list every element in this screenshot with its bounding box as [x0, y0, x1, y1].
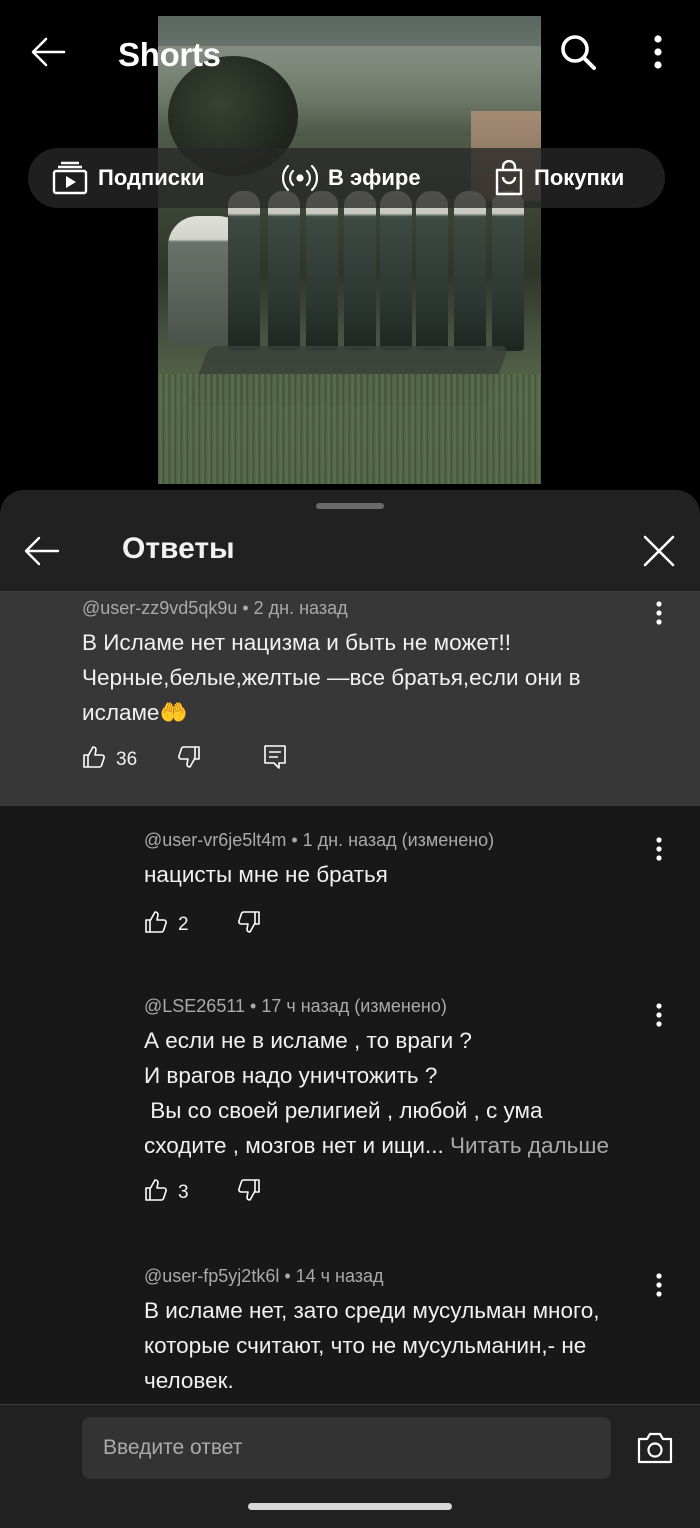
- comment-meta[interactable]: @user-zz9vd5qk9u • 2 дн. назад: [82, 598, 642, 619]
- like-button[interactable]: 3: [144, 1178, 189, 1207]
- comment-text: В Исламе нет нацизма и быть не может!! Ч…: [82, 630, 581, 725]
- thumb-up-icon: [144, 1178, 168, 1207]
- video-grass: [158, 374, 541, 484]
- chip-shopping[interactable]: Покупки: [494, 148, 624, 208]
- reply-item: @user-fp5yj2tk6l • 14 ч назад В исламе н…: [144, 1266, 654, 1398]
- comment-line: А если не в исламе , то враги ?: [144, 1028, 472, 1053]
- arrow-back-icon[interactable]: [22, 534, 62, 568]
- page-title: Shorts: [118, 36, 221, 73]
- live-icon: [282, 163, 318, 193]
- dislike-button[interactable]: [177, 745, 201, 774]
- parent-comment: @user-zz9vd5qk9u • 2 дн. назад В Исламе …: [0, 592, 700, 806]
- close-icon[interactable]: [640, 532, 678, 570]
- chip-live[interactable]: В эфире: [282, 148, 421, 208]
- reply-item: @LSE26511 • 17 ч назад (изменено) А если…: [144, 996, 674, 1163]
- like-button[interactable]: 2: [144, 910, 189, 939]
- search-icon[interactable]: [558, 32, 598, 72]
- comment-actions: 2: [144, 910, 261, 939]
- reply-input[interactable]: [82, 1417, 611, 1479]
- like-button[interactable]: 36: [82, 745, 137, 774]
- more-vert-icon[interactable]: [654, 1272, 664, 1298]
- more-vert-icon[interactable]: [654, 600, 664, 626]
- comment-line: И врагов надо уничтожить ?: [144, 1063, 438, 1088]
- chip-label: Подписки: [98, 165, 205, 190]
- comment-line: сходите , мозгов нет и ищи... Читать дал…: [144, 1128, 674, 1163]
- read-more-link[interactable]: Читать дальше: [450, 1133, 609, 1158]
- comment-line-text: сходите , мозгов нет и ищи...: [144, 1133, 450, 1158]
- replies-sheet: Ответы @user-zz9vd5qk9u • 2 дн. назад В …: [0, 490, 700, 1528]
- more-vert-icon[interactable]: [646, 32, 670, 72]
- comment-actions: 36: [82, 744, 287, 775]
- comment-meta[interactable]: @LSE26511 • 17 ч назад (изменено): [144, 996, 674, 1017]
- video-figure: [306, 191, 338, 351]
- like-count: 3: [178, 1181, 189, 1203]
- like-count: 36: [116, 748, 138, 770]
- like-count: 2: [178, 913, 189, 935]
- sheet-title: Ответы: [122, 532, 235, 565]
- thumb-down-icon: [237, 911, 261, 938]
- chip-subscriptions[interactable]: Подписки: [52, 148, 205, 208]
- drag-handle[interactable]: [316, 503, 384, 509]
- video-figure: [268, 191, 300, 351]
- comment-line: Вы со своей религией , любой , с ума: [144, 1098, 543, 1123]
- camera-icon[interactable]: [636, 1431, 674, 1465]
- video-frame[interactable]: [158, 16, 541, 484]
- comment-text: В исламе нет, зато среди мусульман много…: [144, 1298, 600, 1393]
- thumb-down-icon: [177, 746, 201, 773]
- video-figure: [416, 191, 448, 351]
- dislike-button[interactable]: [237, 910, 261, 939]
- reply-input-box: [82, 1417, 611, 1479]
- comment-meta[interactable]: @user-fp5yj2tk6l • 14 ч назад: [144, 1266, 654, 1287]
- thumb-up-icon: [82, 745, 106, 774]
- dislike-button[interactable]: [237, 1178, 261, 1207]
- shorts-player: Shorts Подписки В эфире Покупки: [0, 0, 700, 500]
- more-vert-icon[interactable]: [654, 836, 664, 862]
- chip-bar: Подписки В эфире Покупки: [28, 148, 665, 208]
- video-figure: [454, 191, 486, 351]
- chip-label: Покупки: [534, 165, 625, 190]
- comment-icon: [263, 745, 287, 774]
- comment-actions: 3: [144, 1178, 261, 1207]
- video-figure: [228, 191, 260, 351]
- reply-composer: [0, 1404, 700, 1528]
- subscriptions-icon: [52, 161, 88, 195]
- thumb-down-icon: [237, 1179, 261, 1206]
- comment-text: А если не в исламе , то враги ? И врагов…: [144, 1023, 674, 1163]
- comment-body: @user-zz9vd5qk9u • 2 дн. назад В Исламе …: [82, 598, 642, 730]
- video-figure: [380, 191, 412, 351]
- reply-item: @user-vr6je5lt4m • 1 дн. назад (изменено…: [144, 830, 644, 892]
- shopping-bag-icon: [494, 160, 524, 196]
- video-figure: [492, 191, 524, 351]
- back-arrow-icon[interactable]: [28, 34, 68, 70]
- home-indicator[interactable]: [248, 1503, 452, 1510]
- comment-text: нацисты мне не братья: [144, 862, 388, 887]
- comment-meta[interactable]: @user-vr6je5lt4m • 1 дн. назад (изменено…: [144, 830, 644, 851]
- video-figure: [344, 191, 376, 351]
- thumb-up-icon: [144, 910, 168, 939]
- more-vert-icon[interactable]: [654, 1002, 664, 1028]
- replies-list: @user-vr6je5lt4m • 1 дн. назад (изменено…: [0, 806, 700, 1406]
- reply-button[interactable]: [263, 744, 287, 775]
- chip-label: В эфире: [328, 165, 421, 190]
